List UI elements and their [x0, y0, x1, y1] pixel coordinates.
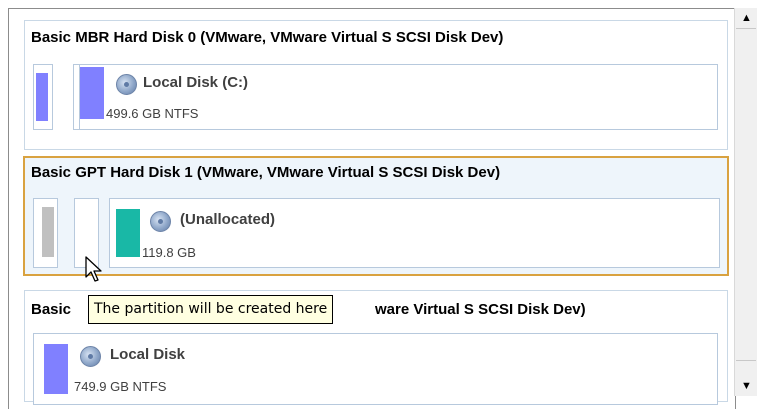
partition-label: (Unallocated)	[180, 211, 276, 228]
reserved-partition-slot[interactable]	[33, 64, 53, 130]
partition-bar	[36, 73, 48, 121]
mouse-cursor-icon	[85, 256, 102, 282]
partition-unallocated[interactable]: (Unallocated) 119.8 GB	[109, 198, 720, 268]
partition-local-disk-c[interactable]: Local Disk (C:) 499.6 GB NTFS	[79, 64, 718, 130]
reserved-partition-slot[interactable]	[33, 198, 58, 268]
tooltip: The partition will be created here	[88, 295, 334, 324]
partition-bar	[80, 67, 104, 119]
partition-bar	[42, 207, 54, 257]
partition-label: Local Disk (C:)	[143, 74, 249, 91]
disk-title-right: ware Virtual S SCSI Disk Dev)	[375, 301, 586, 318]
disk-icon	[150, 211, 171, 232]
disk-title: Basic GPT Hard Disk 1 (VMware, VMware Vi…	[31, 164, 501, 181]
partition-bar	[44, 344, 68, 394]
disk-panel-1[interactable]: Basic GPT Hard Disk 1 (VMware, VMware Vi…	[23, 156, 729, 276]
partition-label: Local Disk	[110, 346, 186, 363]
disk-icon	[80, 346, 101, 367]
vertical-scrollbar[interactable]: ▲ ▼	[734, 8, 757, 396]
scrollbar-thumb[interactable]	[736, 28, 756, 361]
partition-bar	[116, 209, 140, 257]
partition-info: 749.9 GB NTFS	[74, 379, 167, 394]
partition-info: 119.8 GB	[142, 245, 196, 260]
disk-title: Basic MBR Hard Disk 0 (VMware, VMware Vi…	[31, 29, 504, 46]
disk-panel-0[interactable]: Basic MBR Hard Disk 0 (VMware, VMware Vi…	[24, 20, 728, 150]
scroll-down-icon[interactable]: ▼	[735, 376, 757, 396]
partition-local-disk[interactable]: Local Disk 749.9 GB NTFS	[33, 333, 718, 405]
disk-icon	[116, 74, 137, 95]
scroll-up-icon[interactable]: ▲	[735, 8, 757, 28]
disk-title-left: Basic	[31, 301, 72, 318]
partition-info: 499.6 GB NTFS	[106, 106, 199, 121]
